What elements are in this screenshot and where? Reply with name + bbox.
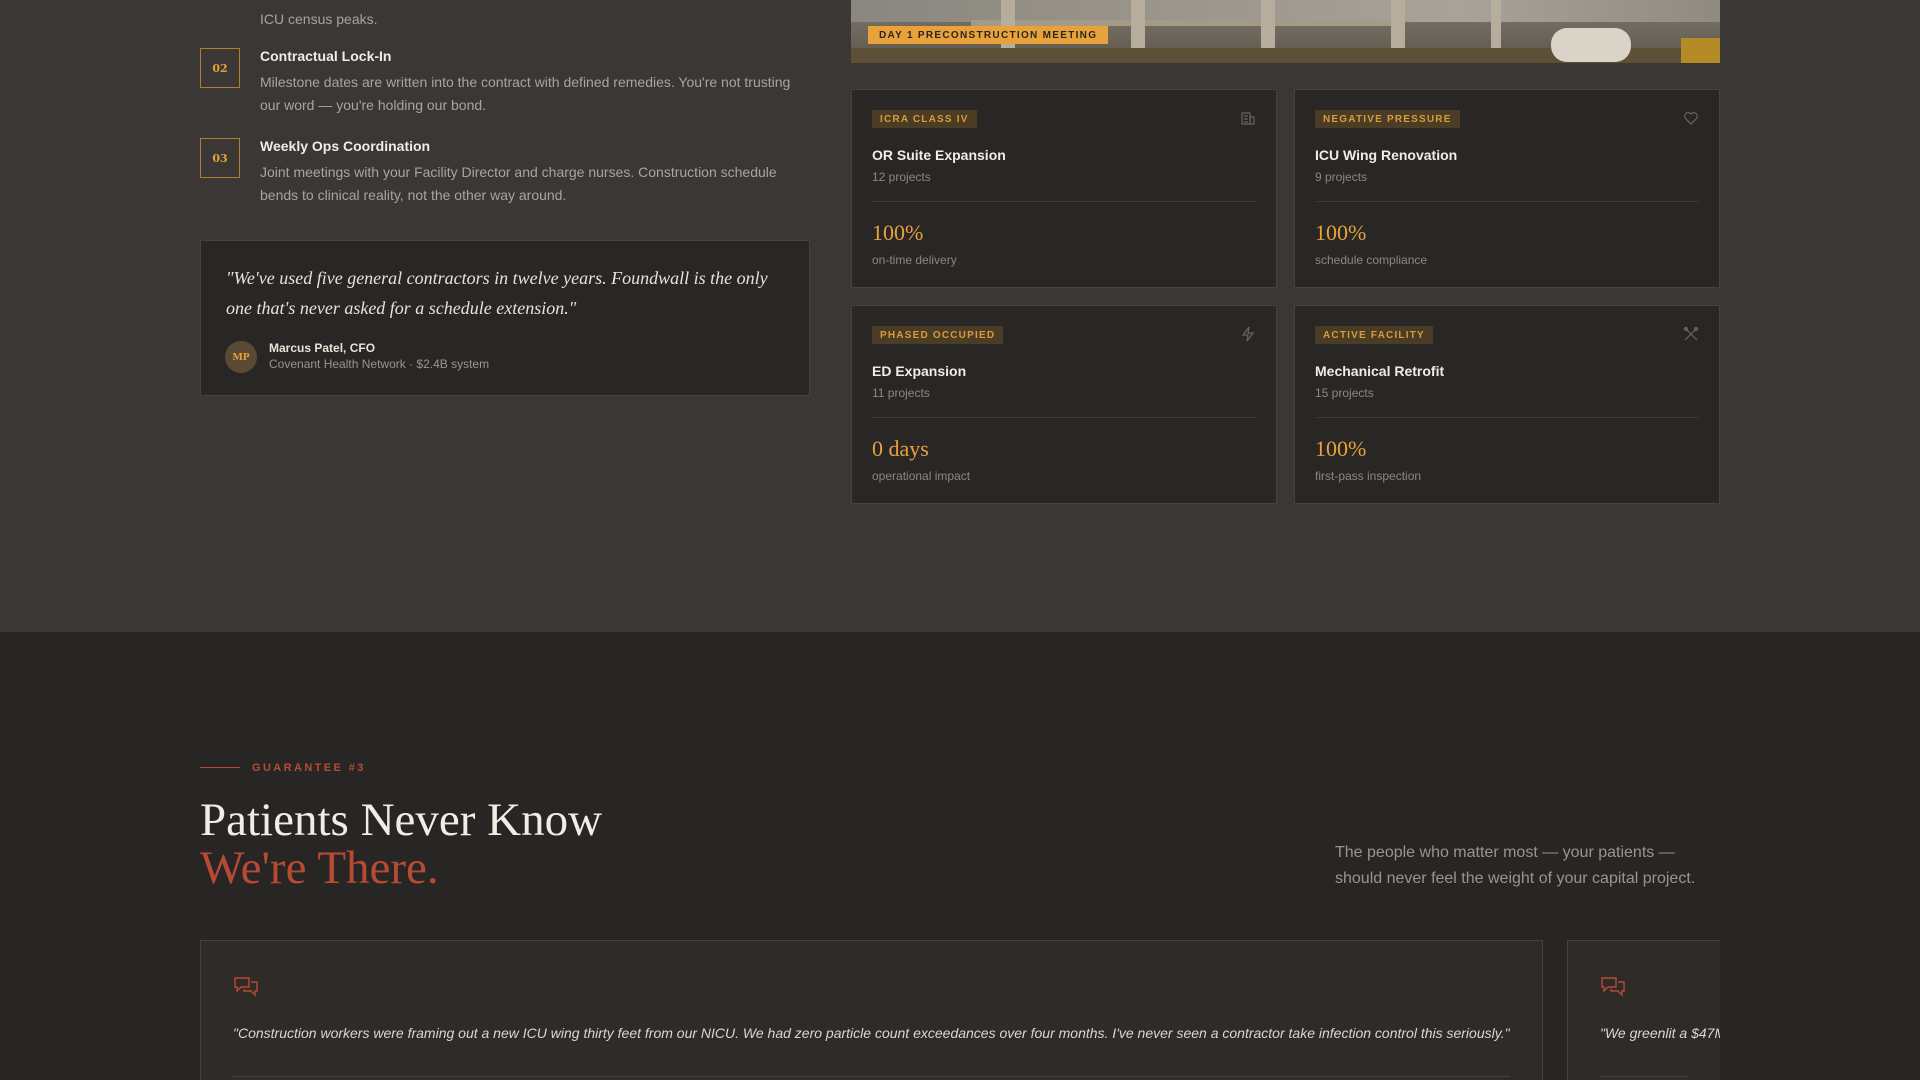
eyebrow-rule [200, 767, 240, 768]
step-number-badge: 02 [200, 48, 240, 88]
building-icon [1240, 110, 1256, 126]
chat-bubbles-icon [233, 975, 259, 999]
project-card[interactable]: PHASED OCCUPIED ED Expansion 11 projects… [851, 305, 1277, 504]
project-name: ED Expansion [872, 363, 967, 379]
step-description: Milestone dates are written into the con… [260, 74, 791, 113]
section-headline-accent: We're There. [200, 842, 439, 894]
project-tag: PHASED OCCUPIED [872, 326, 1004, 344]
quote-author-org: Covenant Health Network · $2.4B system [269, 357, 490, 371]
section-headline: Patients Never Know [200, 794, 603, 846]
process-section: ICU census peaks. 02 Contractual Lock-In… [0, 0, 1920, 632]
project-card[interactable]: ICRA CLASS IV OR Suite Expansion 12 proj… [851, 89, 1277, 288]
project-count: 15 projects [1315, 386, 1374, 400]
divider [1315, 201, 1699, 202]
divider [872, 201, 1256, 202]
project-stat-label: first-pass inspection [1315, 469, 1422, 483]
divider [872, 417, 1256, 418]
project-tag: ICRA CLASS IV [872, 110, 977, 128]
project-tag: NEGATIVE PRESSURE [1315, 110, 1460, 128]
step-title: Weekly Ops Coordination [260, 138, 431, 154]
photo-caption-badge: DAY 1 PRECONSTRUCTION MEETING [868, 26, 1109, 44]
project-card[interactable]: NEGATIVE PRESSURE ICU Wing Renovation 9 … [1294, 89, 1720, 288]
project-name: ICU Wing Renovation [1315, 147, 1458, 163]
divider [1315, 417, 1699, 418]
project-stat-label: on-time delivery [872, 253, 957, 267]
tools-icon [1683, 326, 1699, 342]
step-description: Joint meetings with your Facility Direct… [260, 164, 777, 203]
cfo-quote-card: "We've used five general contractors in … [200, 240, 810, 396]
testimonial-quote: "Construction workers were framing out a… [233, 1025, 1510, 1041]
project-name: OR Suite Expansion [872, 147, 1006, 163]
quote-text: "We've used five general contractors in … [226, 268, 768, 318]
project-count: 12 projects [872, 170, 931, 184]
project-stat: 100% [1315, 436, 1367, 461]
testimonial-card[interactable]: "Construction workers were framing out a… [200, 940, 1543, 1080]
project-count: 9 projects [1315, 170, 1368, 184]
project-card[interactable]: ACTIVE FACILITY Mechanical Retrofit 15 p… [1294, 305, 1720, 504]
project-tag: ACTIVE FACILITY [1315, 326, 1433, 344]
testimonial-card[interactable]: "We greenlit a $47M [1567, 940, 1720, 1080]
divider [1600, 1076, 1688, 1077]
testimonial-quote: "We greenlit a $47M [1600, 1025, 1720, 1041]
lightning-icon [1240, 326, 1256, 342]
project-stat: 0 days [872, 436, 929, 461]
construction-site-photo: DAY 1 PRECONSTRUCTION MEETING [851, 0, 1720, 63]
project-name: Mechanical Retrofit [1315, 363, 1445, 379]
step-number-badge: 03 [200, 138, 240, 178]
project-stat: 100% [872, 220, 924, 245]
section-intro: The people who matter most — your patien… [1335, 844, 1696, 887]
step-title: Contractual Lock-In [260, 48, 392, 64]
project-count: 11 projects [872, 386, 930, 400]
guarantee-section: GUARANTEE #3 Patients Never Know We're T… [0, 632, 1920, 1080]
step-01-description-partial: ICU census peaks. [260, 11, 378, 27]
project-stat-label: operational impact [872, 469, 971, 483]
heart-icon [1683, 110, 1699, 126]
chat-bubbles-icon [1600, 975, 1626, 999]
section-eyebrow: GUARANTEE #3 [252, 762, 366, 774]
divider [233, 1076, 1510, 1077]
avatar: MP [225, 341, 257, 373]
quote-author-name: Marcus Patel, CFO [269, 341, 376, 355]
project-stat: 100% [1315, 220, 1367, 245]
project-stat-label: schedule compliance [1315, 253, 1428, 267]
